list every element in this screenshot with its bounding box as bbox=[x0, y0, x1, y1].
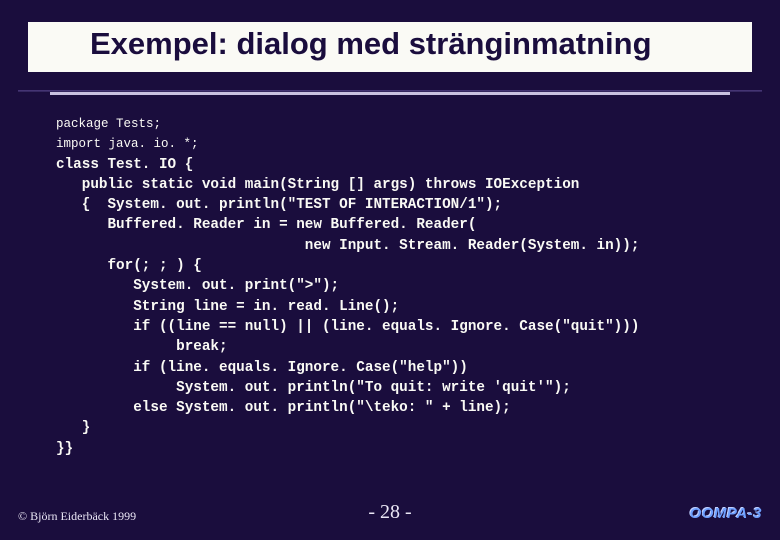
code-line: class Test. IO { bbox=[56, 157, 193, 173]
code-line: Buffered. Reader in = new Buffered. Read… bbox=[56, 217, 476, 233]
code-line: String line = in. read. Line(); bbox=[56, 299, 399, 315]
code-line: if (line. equals. Ignore. Case("help")) bbox=[56, 360, 468, 376]
code-line: System. out. println("To quit: write 'qu… bbox=[56, 380, 571, 396]
code-line: else System. out. println("\teko: " + li… bbox=[56, 400, 511, 416]
code-line: if ((line == null) || (line. equals. Ign… bbox=[56, 319, 639, 335]
code-line: new Input. Stream. Reader(System. in)); bbox=[56, 238, 639, 254]
code-line: } bbox=[56, 420, 90, 436]
code-line: }} bbox=[56, 441, 73, 457]
divider-light bbox=[50, 92, 730, 95]
code-line: System. out. print(">"); bbox=[56, 278, 339, 294]
code-line: import java. io. *; bbox=[56, 137, 199, 151]
code-line: package Tests; bbox=[56, 117, 161, 131]
brand-logo: OOMPA-3 bbox=[690, 505, 762, 522]
footer: © Björn Eiderbäck 1999 - 28 - OOMPA-3 bbox=[0, 502, 780, 524]
copyright: © Björn Eiderbäck 1999 bbox=[18, 509, 136, 524]
code-line: for(; ; ) { bbox=[56, 258, 202, 274]
divider bbox=[18, 90, 762, 96]
code-line: break; bbox=[56, 339, 228, 355]
slide-title: Exempel: dialog med stränginmatning bbox=[28, 22, 752, 72]
code-block: package Tests; import java. io. *; class… bbox=[0, 96, 780, 459]
slide: Exempel: dialog med stränginmatning pack… bbox=[0, 0, 780, 540]
page-number: - 28 - bbox=[368, 501, 411, 524]
code-line: public static void main(String [] args) … bbox=[56, 177, 579, 193]
code-line: { System. out. println("TEST OF INTERACT… bbox=[56, 197, 502, 213]
